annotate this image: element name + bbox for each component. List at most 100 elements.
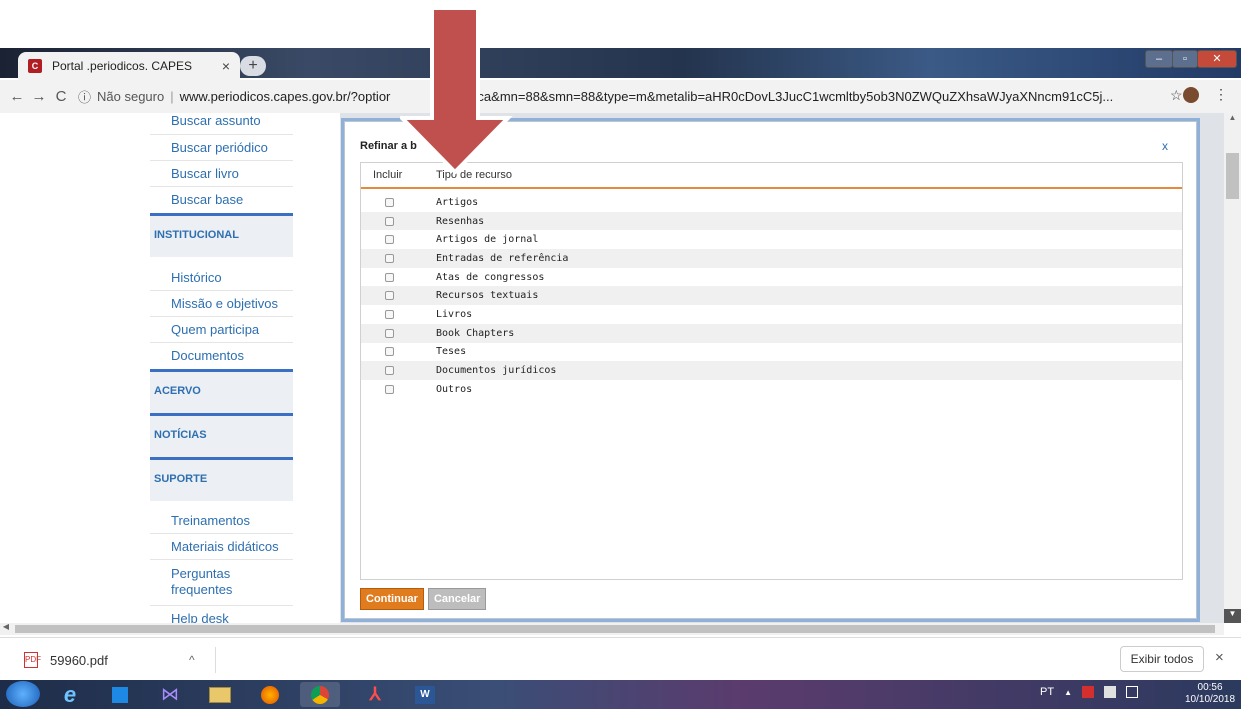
download-item[interactable]: PDF 59960.pdf ^: [24, 647, 216, 673]
include-checkbox[interactable]: [385, 309, 394, 319]
visual-studio-icon[interactable]: ⋈: [150, 682, 190, 707]
red-down-arrow-annotation: [400, 6, 513, 175]
resource-type-label: Book Chapters: [436, 327, 515, 339]
include-checkbox[interactable]: [385, 272, 394, 282]
address-bar[interactable]: ⓘ Não seguro | www.periodicos.capes.gov.…: [78, 84, 1158, 109]
system-tray: PT ▲: [1040, 686, 1138, 698]
resource-type-row: Atas de congressos: [361, 268, 1182, 287]
resource-type-label: Resenhas: [436, 215, 485, 227]
reload-icon[interactable]: C: [50, 88, 72, 105]
download-bar-close-icon[interactable]: ×: [1215, 649, 1224, 666]
chrome-icon[interactable]: [300, 682, 340, 707]
minimize-button[interactable]: –: [1145, 50, 1173, 68]
sidebar-item-buscar-base[interactable]: Buscar base: [150, 187, 293, 213]
maximize-button[interactable]: ▫: [1172, 50, 1198, 68]
bookmark-star-icon[interactable]: ☆: [1170, 87, 1183, 104]
sidebar-item-buscar-assunto[interactable]: Buscar assunto: [150, 113, 293, 135]
forward-arrow-icon[interactable]: →: [28, 88, 50, 105]
sidebar-item-documentos[interactable]: Documentos: [150, 343, 293, 369]
sidebar-section-noticias[interactable]: NOTÍCIAS: [150, 413, 293, 457]
cancel-button[interactable]: Cancelar: [427, 588, 487, 610]
sidebar-item-quem-participa[interactable]: Quem participa: [150, 317, 293, 343]
tray-expand-icon[interactable]: ▲: [1064, 688, 1072, 697]
resource-type-label: Artigos: [436, 196, 479, 208]
sidebar-item-buscar-livro[interactable]: Buscar livro: [150, 161, 293, 187]
horizontal-scroll-thumb[interactable]: [15, 625, 1215, 633]
vertical-scrollbar[interactable]: ▲ ▼: [1224, 113, 1241, 623]
chevron-up-icon[interactable]: ^: [189, 653, 195, 667]
resource-type-label: Recursos textuais: [436, 290, 539, 302]
sidebar-item-missao[interactable]: Missão e objetivos: [150, 291, 293, 317]
screen: C Portal .periodicos. CAPES × + – ▫ ✕ ← …: [0, 0, 1241, 709]
resource-type-row: Recursos textuais: [361, 286, 1182, 306]
include-checkbox[interactable]: [385, 235, 394, 245]
url-text-right: etabusca&mn=88&smn=88&type=m&metalib=aHR…: [438, 89, 1114, 104]
modal-close-icon[interactable]: x: [1162, 139, 1168, 153]
resource-type-label: Livros: [436, 308, 473, 320]
word-icon[interactable]: W: [405, 682, 445, 707]
capes-favicon-icon: C: [28, 59, 42, 73]
resource-type-label: Documentos jurídicos: [436, 365, 557, 377]
sidebar: Buscar assunto Buscar periódico Buscar l…: [150, 113, 293, 623]
scroll-left-icon[interactable]: ◀: [0, 622, 12, 631]
include-checkbox[interactable]: [385, 366, 394, 376]
include-checkbox[interactable]: [385, 253, 394, 263]
include-checkbox[interactable]: [385, 216, 394, 226]
tab-close-icon[interactable]: ×: [222, 58, 230, 74]
browser-tab[interactable]: C Portal .periodicos. CAPES ×: [18, 52, 240, 80]
resource-type-label: Teses: [436, 346, 467, 358]
sidebar-item-historico[interactable]: Histórico: [150, 265, 293, 291]
vertical-scroll-thumb[interactable]: [1226, 153, 1239, 199]
resource-type-label: Atas de congressos: [436, 271, 545, 283]
new-tab-button[interactable]: +: [240, 56, 266, 76]
resource-type-list: Incluir Tipo de recurso Artigos Resenhas A…: [360, 162, 1183, 580]
scroll-up-icon[interactable]: ▲: [1224, 113, 1241, 127]
include-checkbox[interactable]: [385, 328, 394, 338]
horizontal-scrollbar[interactable]: ◀: [0, 622, 1224, 635]
sidebar-section-acervo[interactable]: ACERVO: [150, 369, 293, 413]
sidebar-item-buscar-periodico[interactable]: Buscar periódico: [150, 135, 293, 161]
clock-date: 10/10/2018: [1185, 694, 1236, 705]
resource-type-row: Teses: [361, 343, 1182, 362]
network-icon[interactable]: [1125, 686, 1138, 698]
info-icon[interactable]: ⓘ: [78, 87, 91, 106]
include-checkbox[interactable]: [385, 347, 394, 357]
scroll-down-icon[interactable]: ▼: [1224, 609, 1241, 623]
sidebar-item-treinamentos[interactable]: Treinamentos: [150, 508, 293, 534]
resource-type-row: Artigos: [361, 193, 1182, 212]
browser-menu-icon[interactable]: ⋮: [1214, 86, 1228, 103]
windows-start-button[interactable]: [6, 681, 40, 707]
file-explorer-icon[interactable]: [200, 682, 240, 707]
include-checkbox[interactable]: [385, 291, 394, 301]
resource-type-label: Outros: [436, 383, 473, 395]
download-bar: PDF 59960.pdf ^ Exibir todos ×: [0, 637, 1241, 679]
include-checkbox[interactable]: [385, 197, 394, 207]
firefox-icon[interactable]: [250, 682, 290, 707]
security-label: Não seguro: [97, 89, 165, 104]
action-center-flag-icon[interactable]: [1103, 686, 1116, 698]
sidebar-item-help-desk[interactable]: Help desk: [150, 606, 293, 623]
resource-type-row: Entradas de referência: [361, 249, 1182, 268]
window-close-button[interactable]: ✕: [1197, 50, 1237, 68]
include-checkbox[interactable]: [385, 384, 394, 394]
tray-app-icon[interactable]: [1081, 686, 1094, 698]
resource-type-row: Artigos de jornal: [361, 230, 1182, 249]
show-all-downloads-button[interactable]: Exibir todos: [1120, 646, 1204, 672]
continue-button[interactable]: Continuar: [360, 588, 424, 610]
profile-avatar[interactable]: [1183, 87, 1199, 103]
resource-type-row: Book Chapters: [361, 323, 1182, 343]
system-clock[interactable]: 00:56 10/10/2018: [1185, 682, 1235, 706]
media-player-icon[interactable]: [100, 682, 140, 707]
clock-time: 00:56: [1197, 682, 1223, 693]
sidebar-item-perguntas[interactable]: Perguntas frequentes: [150, 560, 293, 606]
language-indicator[interactable]: PT: [1040, 686, 1054, 698]
refine-modal: Refinar a b x Incluir Tipo de recurso Ar…: [344, 121, 1197, 619]
acrobat-icon[interactable]: ⅄: [355, 682, 395, 707]
back-arrow-icon[interactable]: ←: [6, 88, 28, 105]
sidebar-section-suporte[interactable]: SUPORTE: [150, 457, 293, 501]
sidebar-item-materiais[interactable]: Materiais didáticos: [150, 534, 293, 560]
resource-type-row: Livros: [361, 305, 1182, 324]
page-content: Buscar assunto Buscar periódico Buscar l…: [0, 113, 1224, 623]
internet-explorer-icon[interactable]: e: [50, 682, 90, 707]
sidebar-section-institucional[interactable]: INSTITUCIONAL: [150, 213, 293, 257]
